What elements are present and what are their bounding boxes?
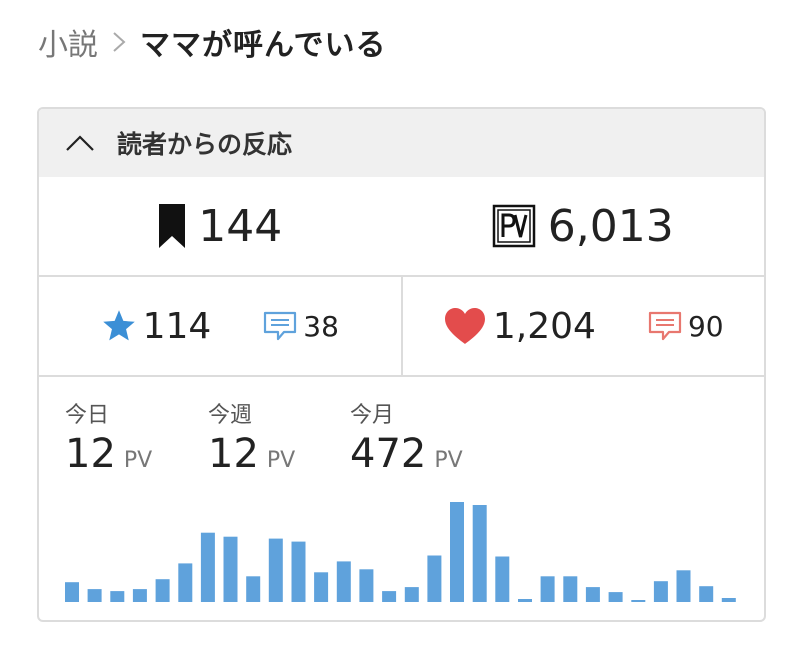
page-title: ママが呼んでいる	[140, 28, 387, 63]
heart-reactions: 1,204 90	[403, 277, 765, 375]
stat-month-unit: PV	[434, 448, 463, 473]
chart-bar	[699, 586, 714, 602]
chart-bar	[495, 556, 510, 602]
chart-bar	[563, 576, 578, 602]
heart-comment-stat[interactable]: 90	[648, 310, 724, 343]
chevron-right-icon	[113, 32, 126, 52]
chart-bar	[155, 579, 170, 602]
chart-bar	[472, 505, 487, 602]
star-count: 114	[142, 305, 212, 347]
star-icon	[102, 310, 135, 341]
stat-month-label: 今月	[350, 403, 395, 428]
chart-bar	[540, 576, 555, 602]
bookmark-icon	[159, 204, 186, 248]
stat-week-value: 12	[208, 431, 259, 477]
heart-icon	[444, 308, 485, 344]
bookmark-count: 144	[198, 200, 283, 252]
pv-icon	[492, 204, 536, 248]
heart-count: 1,204	[492, 305, 596, 347]
stat-month: 今月 472 PV	[350, 397, 463, 477]
stat-today-value: 12	[65, 431, 116, 477]
chart-bar	[200, 532, 215, 602]
comment-icon	[648, 311, 682, 341]
chart-bar	[518, 599, 532, 602]
chart-bar	[246, 576, 261, 602]
heart-stat[interactable]: 1,204	[443, 306, 596, 347]
chart-bar	[721, 598, 736, 602]
chart-bar	[404, 587, 419, 602]
chart-bar	[450, 502, 464, 602]
bookmark-stat: 144	[39, 177, 402, 275]
chart-bar	[223, 536, 238, 602]
chart-bar	[676, 570, 691, 602]
breadcrumb-parent-link[interactable]: 小説	[38, 20, 98, 64]
chart-bar	[631, 600, 646, 602]
stat-today: 今日 12 PV	[65, 397, 152, 477]
star-comment-count: 38	[303, 309, 339, 343]
star-reactions: 114 38	[39, 277, 403, 375]
reactions-row: 114 38 1,204 90	[39, 277, 764, 377]
breadcrumb: 小説 ママが呼んでいる	[38, 20, 387, 64]
daily-pv-chart	[65, 502, 736, 602]
chart-bar	[314, 572, 329, 602]
chevron-up-icon[interactable]	[65, 134, 95, 152]
chart-bar	[585, 587, 600, 602]
panel-header[interactable]: 読者からの反応	[39, 109, 764, 177]
stat-week-unit: PV	[266, 448, 296, 473]
pv-count: 6,013	[547, 200, 674, 252]
reader-reactions-panel: 読者からの反応 144 6,013 114 38 1,204 90 今日 12 …	[37, 107, 766, 622]
stat-week: 今週 12 PV	[208, 397, 295, 477]
panel-title: 読者からの反応	[117, 130, 293, 159]
comment-icon	[264, 311, 297, 341]
chart-bar	[132, 589, 147, 602]
pv-stat: 6,013	[402, 177, 765, 275]
chart-bar	[382, 591, 397, 602]
chart-bar	[359, 569, 374, 602]
chart-bar	[291, 541, 306, 602]
star-comment-stat[interactable]: 38	[263, 310, 339, 343]
chart-bar	[178, 563, 193, 602]
stat-today-unit: PV	[123, 448, 153, 473]
totals-row: 144 6,013	[39, 177, 764, 277]
chart-bar	[427, 555, 442, 602]
stat-month-value: 472	[350, 431, 427, 477]
chart-bar	[87, 589, 102, 602]
star-stat[interactable]: 114	[101, 305, 212, 347]
pv-stats: 今日 12 PV 今週 12 PV 今月 472 PV	[39, 379, 764, 479]
stat-today-label: 今日	[65, 403, 110, 428]
chart-bar	[65, 582, 79, 602]
heart-comment-count: 90	[687, 309, 724, 343]
chart-bar	[268, 538, 283, 602]
chart-bar	[608, 592, 623, 602]
stat-week-label: 今週	[208, 403, 253, 428]
chart-bar	[336, 561, 351, 602]
chart-bar	[653, 581, 668, 602]
chart-bar	[110, 591, 125, 602]
